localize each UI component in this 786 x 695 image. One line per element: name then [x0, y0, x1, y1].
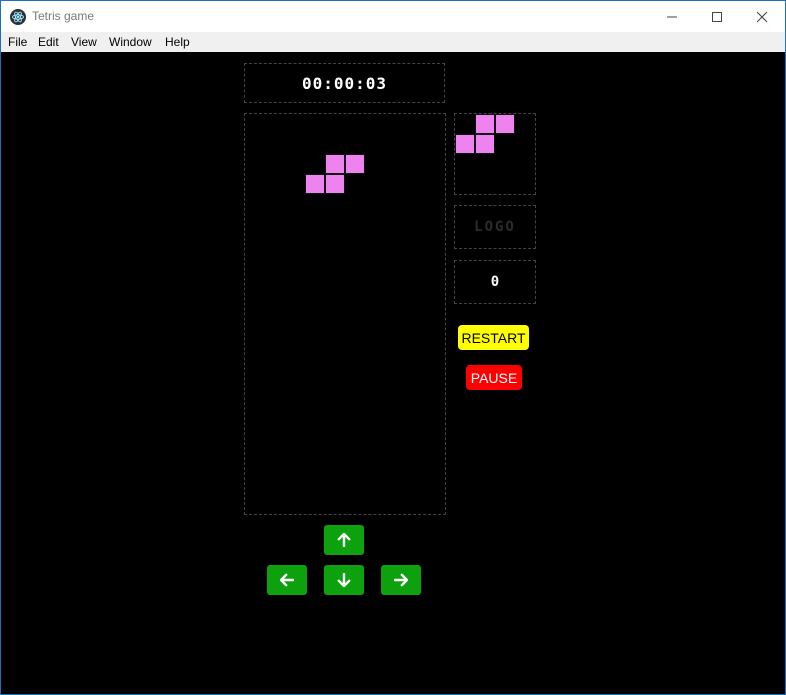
logo-placeholder: LOGO — [454, 205, 536, 249]
arrow-down-icon — [337, 573, 351, 587]
active-piece-block — [325, 174, 345, 194]
menu-view[interactable]: View — [71, 35, 97, 49]
restart-button[interactable]: RESTART — [458, 325, 529, 350]
menu-help[interactable]: Help — [165, 35, 190, 49]
maximize-button[interactable] — [694, 1, 740, 32]
next-piece-block — [495, 114, 515, 134]
minimize-icon — [667, 16, 677, 17]
arrow-left-icon — [280, 573, 294, 587]
close-button[interactable] — [739, 1, 785, 32]
score-display: 0 — [454, 260, 536, 304]
active-piece-block — [325, 154, 345, 174]
game-area: 00:00:03 LOGO 0 RESTART PAUSE — [1, 52, 785, 694]
move-down-button[interactable] — [324, 565, 364, 595]
next-piece-block — [475, 114, 495, 134]
maximize-icon — [712, 11, 722, 22]
close-icon — [756, 11, 768, 22]
move-left-button[interactable] — [267, 565, 307, 595]
pause-button[interactable]: PAUSE — [466, 365, 522, 390]
game-board — [244, 113, 446, 515]
menu-bar: File Edit View Window Help — [1, 32, 785, 52]
menu-window[interactable]: Window — [109, 35, 152, 49]
title-bar: Tetris game — [1, 1, 785, 32]
next-piece-block — [455, 134, 475, 154]
window-title: Tetris game — [32, 9, 95, 23]
rotate-up-button[interactable] — [324, 525, 364, 555]
next-piece-block — [475, 134, 495, 154]
game-timer: 00:00:03 — [244, 63, 445, 103]
next-piece-preview — [454, 113, 536, 195]
menu-edit[interactable]: Edit — [38, 35, 59, 49]
active-piece-block — [345, 154, 365, 174]
menu-file[interactable]: File — [8, 35, 27, 49]
arrow-up-icon — [337, 533, 351, 547]
arrow-right-icon — [394, 573, 408, 587]
electron-app-icon — [10, 9, 26, 25]
app-window: Tetris game File Edit View Window Help 0… — [0, 0, 786, 695]
minimize-button[interactable] — [649, 1, 695, 32]
move-right-button[interactable] — [381, 565, 421, 595]
active-piece-block — [305, 174, 325, 194]
